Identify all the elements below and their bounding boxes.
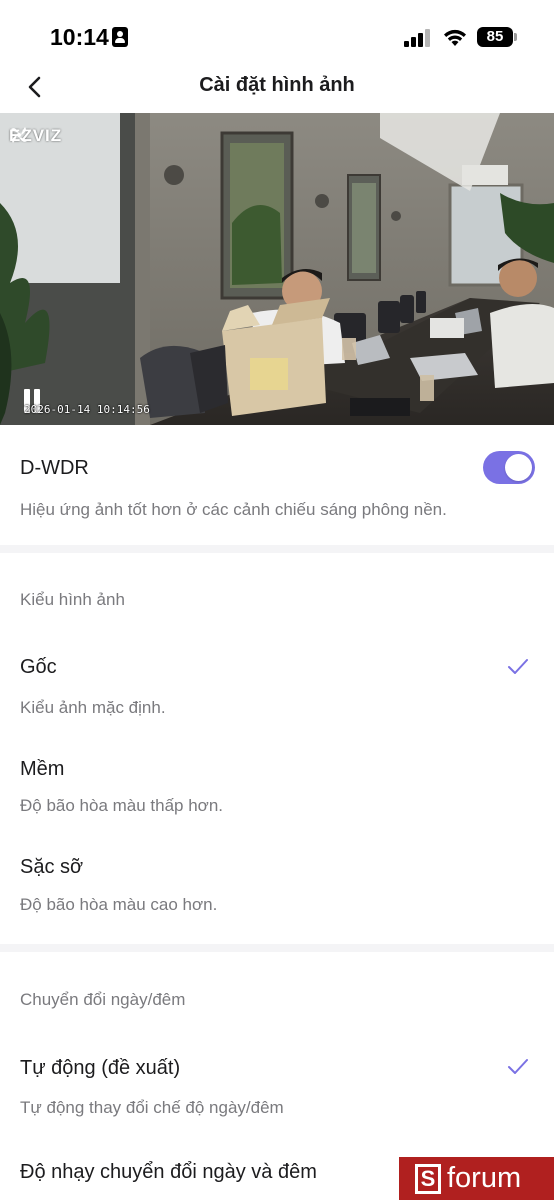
ezviz-mark-icon <box>11 127 27 143</box>
cellular-signal-icon <box>404 29 432 47</box>
style-option-title: Sặc sỡ <box>20 856 84 878</box>
style-option-title: Mềm <box>20 758 65 780</box>
battery-tip <box>514 33 517 41</box>
checkmark-icon <box>508 659 528 674</box>
style-option-description: Độ bão hòa màu thấp hơn. <box>20 796 224 815</box>
ezviz-logo: EZVIZ <box>9 125 62 147</box>
day-night-sensitivity-row[interactable]: Độ nhạy chuyển đổi ngày và đêm <box>20 1161 317 1184</box>
focus-mode-icon <box>112 27 128 47</box>
image-style-label: Kiểu hình ảnh <box>20 590 125 609</box>
sforum-watermark: S forum <box>399 1157 554 1200</box>
style-option-description: Kiểu ảnh mặc định. <box>20 698 166 717</box>
page-title: Cài đặt hình ảnh <box>199 74 355 96</box>
camera-preview[interactable]: EZVIZ 2026-01-14 10:14:56 <box>0 113 554 425</box>
checkmark-icon <box>508 1059 528 1074</box>
day-night-option-title: Tự động (đề xuất) <box>20 1057 181 1079</box>
wdr-description: Hiệu ứng ảnh tốt hơn ở các cảnh chiếu sá… <box>20 500 447 519</box>
style-option-description: Độ bão hòa màu cao hơn. <box>20 895 218 914</box>
sforum-logo-mark: S <box>415 1163 441 1194</box>
style-option-title: Gốc <box>20 656 57 678</box>
day-night-option-description: Tự động thay đổi chế độ ngày/đêm <box>20 1098 284 1117</box>
wdr-title: D-WDR <box>20 457 89 479</box>
section-divider <box>0 545 554 553</box>
camera-scene-image <box>0 113 554 425</box>
day-night-label: Chuyển đổi ngày/đêm <box>20 990 186 1009</box>
battery-indicator: 85 <box>477 27 513 47</box>
wifi-icon <box>444 29 466 46</box>
video-timestamp: 2026-01-14 10:14:56 <box>24 403 150 416</box>
wdr-toggle[interactable] <box>483 451 535 484</box>
toggle-knob <box>505 454 532 481</box>
sforum-wordmark: forum <box>447 1162 522 1194</box>
section-divider <box>0 944 554 952</box>
status-time: 10:14 <box>50 24 109 50</box>
status-bar: 10:14 85 <box>0 0 554 66</box>
nav-bar: Cài đặt hình ảnh <box>0 66 554 112</box>
